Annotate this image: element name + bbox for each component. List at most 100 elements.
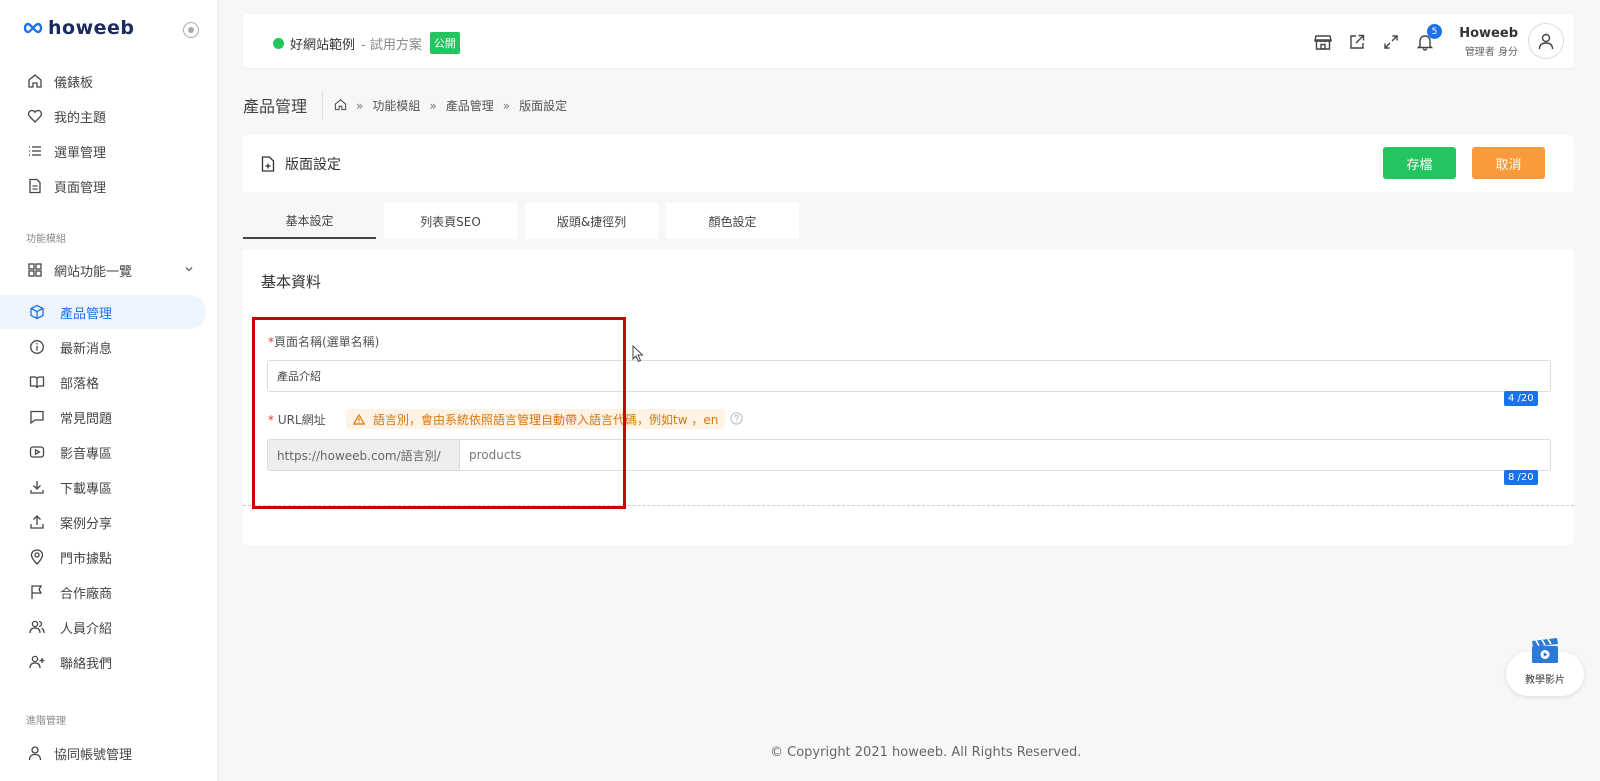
sidebar-item-dashboard[interactable]: 儀錶板 xyxy=(0,64,206,98)
external-link-icon[interactable] xyxy=(1347,32,1366,51)
toolbar: 版面設定 存檔 取消 xyxy=(243,135,1574,192)
breadcrumb-item[interactable]: 功能模組 xyxy=(372,97,420,114)
sidebar-item-page-management[interactable]: 頁面管理 xyxy=(0,169,206,203)
tab-list-seo[interactable]: 列表頁SEO xyxy=(384,203,517,239)
footer-copyright: © Copyright 2021 howeeb. All Rights Rese… xyxy=(770,745,1082,760)
url-label: * URL網址 xyxy=(268,411,326,428)
sidebar-item-label: 合作廠商 xyxy=(60,586,113,602)
chevron-down-icon xyxy=(184,263,194,278)
sidebar-item-news[interactable]: 最新消息 xyxy=(0,330,206,364)
location-icon xyxy=(28,548,46,566)
info-icon xyxy=(28,338,46,356)
sidebar-item-label: 儀錶板 xyxy=(54,75,94,91)
sidebar-item-cases[interactable]: 案例分享 xyxy=(0,505,206,539)
sidebar-item-label: 常見問題 xyxy=(60,411,113,427)
help-icon[interactable] xyxy=(730,412,743,429)
section-label-advanced: 進階管理 xyxy=(26,716,66,727)
breadcrumb-item-current: 版面設定 xyxy=(519,99,568,113)
section-label-modules: 功能模組 xyxy=(26,234,66,245)
sidebar-item-label: 人員介紹 xyxy=(60,621,113,637)
sidebar-item-menu-management[interactable]: 選單管理 xyxy=(0,134,206,168)
tutorial-video-widget[interactable]: 教學影片 xyxy=(1504,638,1586,698)
clapperboard-icon xyxy=(1532,638,1558,663)
breadcrumb-separator: » xyxy=(356,98,364,113)
url-hint-text: 語言別，會由系統依照語言管理自動帶入語言代碼，例如tw ，en xyxy=(373,412,719,427)
sidebar-collapse-toggle[interactable] xyxy=(183,22,199,38)
page-title: 產品管理 xyxy=(243,97,308,116)
file-plus-icon xyxy=(261,156,275,172)
url-hint: 語言別，會由系統依照語言管理自動帶入語言代碼，例如tw ，en xyxy=(346,409,726,429)
toggle-dot-icon xyxy=(188,27,194,33)
sidebar-item-account-management[interactable]: 協同帳號管理 xyxy=(0,736,206,770)
sidebar-item-products[interactable]: 產品管理 xyxy=(0,295,206,329)
basic-info-card: 基本資料 *頁面名稱(選單名稱) 產品介紹 4 /20 * URL網址 語言別，… xyxy=(243,249,1574,545)
breadcrumb: » 功能模組 » 產品管理 » 版面設定 xyxy=(334,97,567,114)
sidebar-item-downloads[interactable]: 下載專區 xyxy=(0,470,206,504)
fullscreen-icon[interactable] xyxy=(1381,32,1400,51)
widget-label: 教學影片 xyxy=(1525,675,1565,686)
avatar[interactable] xyxy=(1528,23,1564,59)
sidebar-item-stores[interactable]: 門市據點 xyxy=(0,540,206,574)
flag-icon xyxy=(28,583,46,601)
tab-color-settings[interactable]: 顏色設定 xyxy=(666,203,799,239)
sidebar-item-label: 聯絡我們 xyxy=(60,656,113,672)
document-icon xyxy=(26,177,44,195)
bell-icon[interactable]: 5 xyxy=(1415,24,1442,51)
tab-basic-settings[interactable]: 基本設定 xyxy=(243,203,376,239)
sidebar-group-site-features[interactable]: 網站功能一覽 xyxy=(0,253,206,287)
chat-icon xyxy=(28,408,46,426)
notification-badge: 5 xyxy=(1427,24,1442,39)
mouse-cursor-icon xyxy=(632,344,644,367)
sidebar-item-faq[interactable]: 常見問題 xyxy=(0,400,206,434)
sidebar-item-label: 門市據點 xyxy=(60,551,113,567)
sidebar-item-contact[interactable]: 聯絡我們 xyxy=(0,645,206,679)
home-icon[interactable] xyxy=(334,98,347,114)
sidebar-item-videos[interactable]: 影音專區 xyxy=(0,435,206,469)
tab-header-shortcuts[interactable]: 版頭&捷徑列 xyxy=(525,203,658,239)
toolbar-title: 版面設定 xyxy=(261,154,341,174)
users-icon xyxy=(28,618,46,636)
breadcrumb-separator: » xyxy=(502,98,511,113)
logo-text: howeeb xyxy=(48,17,135,39)
top-bar: 好網站範例 - 試用方案 公開 5 Howeeb 管理者 身分 xyxy=(243,14,1574,68)
warning-icon xyxy=(353,413,365,425)
url-label-text: URL網址 xyxy=(274,413,326,427)
heart-icon xyxy=(26,107,44,125)
logo-icon xyxy=(23,22,43,34)
url-prefix: https://howeeb.com/語言別/ xyxy=(268,440,460,470)
user-name: Howeeb xyxy=(1459,26,1518,41)
sidebar-item-label: 頁面管理 xyxy=(54,180,107,196)
video-icon xyxy=(28,443,46,461)
status-dot-icon xyxy=(273,37,284,49)
sidebar-item-partners[interactable]: 合作廠商 xyxy=(0,575,206,609)
sidebar-item-label: 影音專區 xyxy=(60,446,113,462)
site-plan: - 試用方案 xyxy=(361,37,422,53)
sidebar-item-label: 案例分享 xyxy=(60,516,113,532)
breadcrumb-item[interactable]: 產品管理 xyxy=(446,97,494,114)
cancel-button[interactable]: 取消 xyxy=(1472,147,1545,179)
list-icon xyxy=(26,142,44,160)
share-icon xyxy=(28,513,46,531)
user-avatar-icon xyxy=(1538,33,1554,50)
section-divider xyxy=(243,505,1574,506)
public-badge: 公開 xyxy=(429,32,460,54)
sidebar-item-team[interactable]: 人員介紹 xyxy=(0,610,206,644)
save-button[interactable]: 存檔 xyxy=(1383,147,1456,179)
user-plus-icon xyxy=(28,653,46,671)
url-slug-input[interactable]: products xyxy=(460,440,1550,470)
url-counter: 8 /20 xyxy=(1504,470,1538,485)
sidebar-item-label: 選單管理 xyxy=(54,145,107,161)
box-icon xyxy=(28,303,46,321)
user-info[interactable]: Howeeb 管理者 身分 xyxy=(1459,26,1518,58)
sidebar-item-blog[interactable]: 部落格 xyxy=(0,365,206,399)
sidebar: howeeb 儀錶板 我的主題 選單管理 頁面管理 功能模組 網站功能一覽 產品… xyxy=(0,0,218,781)
logo[interactable]: howeeb xyxy=(22,17,135,39)
download-icon xyxy=(28,478,46,496)
store-icon[interactable] xyxy=(1313,32,1332,51)
breadcrumb-separator: » xyxy=(429,98,437,113)
sidebar-item-label: 協同帳號管理 xyxy=(54,747,133,763)
home-icon xyxy=(26,72,44,90)
sidebar-item-my-theme[interactable]: 我的主題 xyxy=(0,99,206,133)
page-name-input[interactable]: 產品介紹 xyxy=(267,360,1551,392)
header-actions: 5 xyxy=(1313,24,1442,51)
